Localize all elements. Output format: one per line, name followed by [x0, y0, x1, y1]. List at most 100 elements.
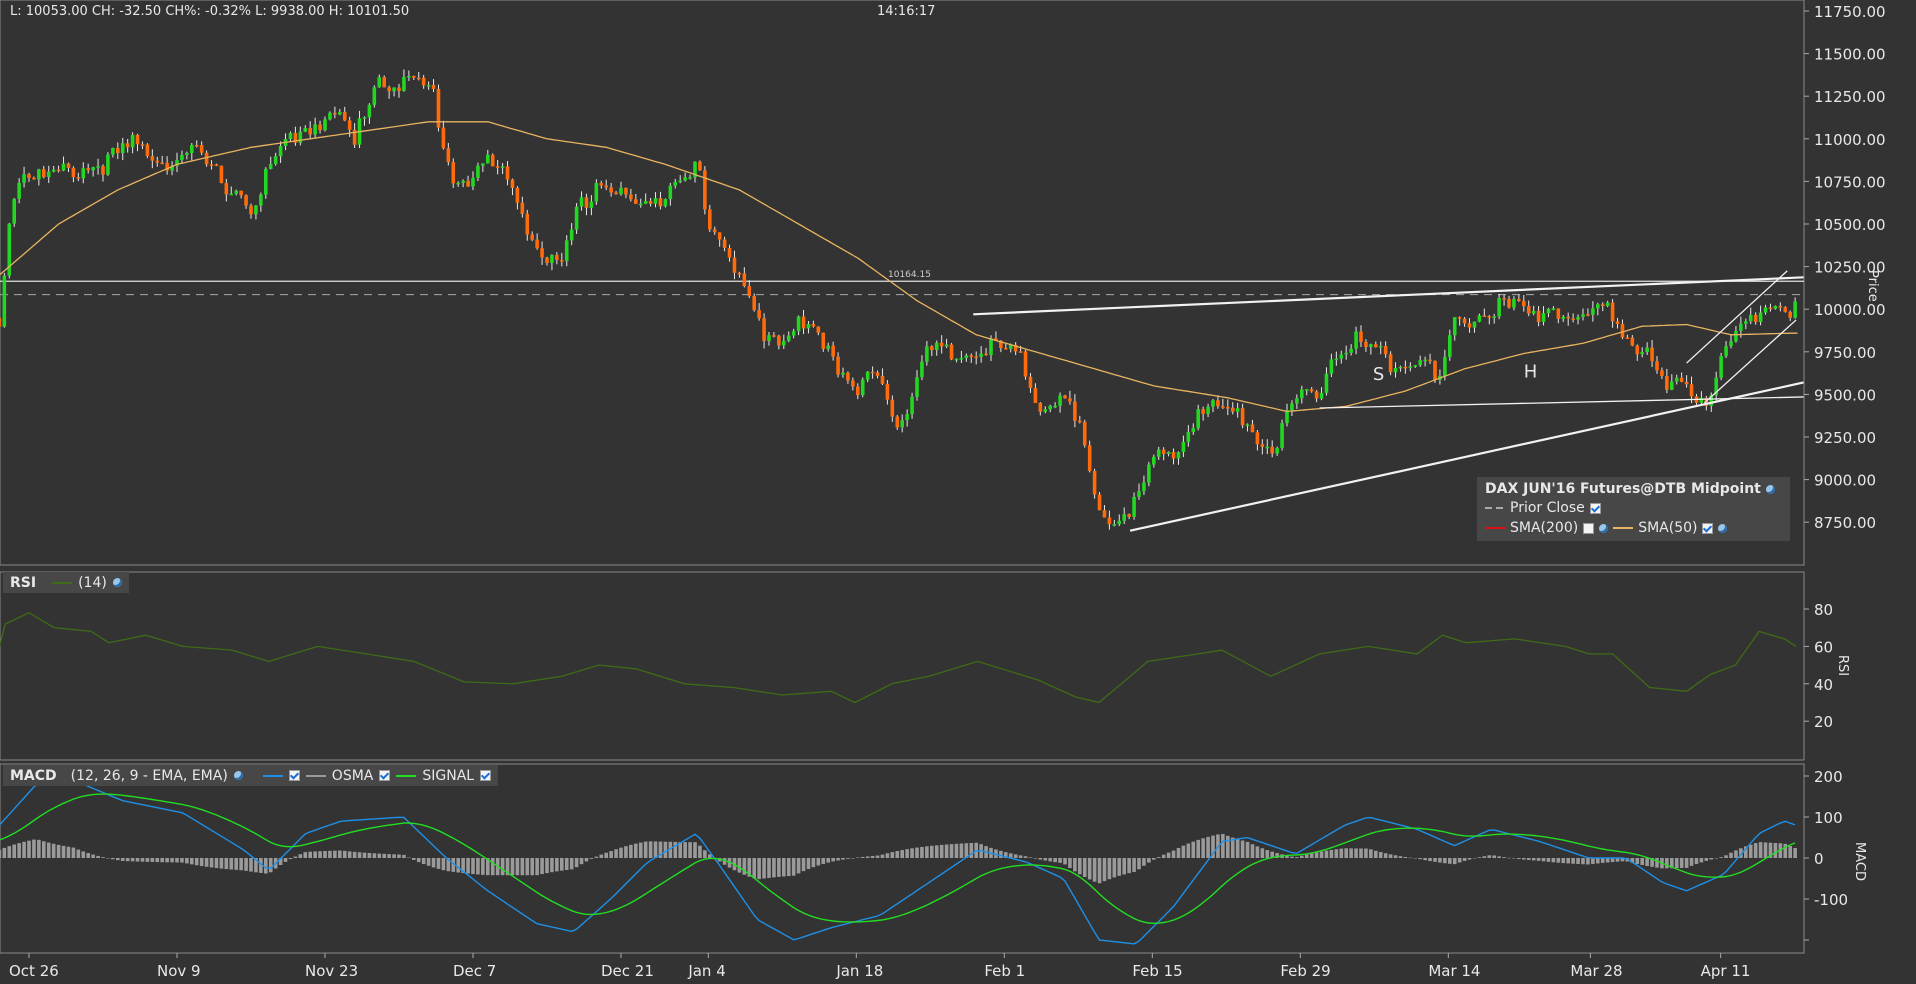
candle-up — [377, 77, 382, 88]
candle-down — [811, 324, 816, 327]
osma-bar — [323, 851, 327, 858]
osma-bar — [56, 844, 61, 858]
sma200-checkbox[interactable] — [1583, 522, 1595, 534]
candle-up — [130, 134, 135, 148]
candle-up — [638, 203, 643, 206]
osma-bar — [1028, 857, 1033, 858]
candle-down — [1082, 421, 1087, 446]
candle-up — [254, 205, 258, 215]
signal-label: SIGNAL — [422, 767, 475, 784]
osma-checkbox[interactable] — [379, 770, 391, 781]
trendline — [1319, 396, 1804, 409]
osma-bar — [999, 850, 1003, 858]
osma-bar — [752, 858, 756, 879]
candle-up — [1329, 359, 1334, 374]
legend-title-row[interactable]: DAX JUN'16 Futures@DTB Midpoint — [1485, 481, 1775, 497]
candle-up — [589, 201, 594, 208]
candle-down — [1507, 298, 1511, 308]
candle-down — [1260, 444, 1265, 447]
osma-bar — [96, 855, 100, 858]
candle-down — [431, 84, 436, 89]
candle-down — [1240, 408, 1245, 426]
osma-bar — [1053, 858, 1057, 863]
rsi-wrench-icon[interactable] — [112, 578, 122, 587]
candle-down — [930, 346, 934, 351]
osma-bar — [1082, 858, 1087, 878]
candle-down — [856, 386, 860, 396]
candle-down — [1063, 395, 1067, 399]
candle-down — [1314, 391, 1319, 399]
osma-bar — [525, 858, 530, 876]
prior-close-checkbox[interactable] — [1589, 502, 1601, 514]
candle-up — [1344, 352, 1348, 355]
date-tick-label: Mar 28 — [1570, 962, 1622, 980]
candle-down — [347, 120, 352, 130]
osma-bar — [643, 841, 648, 858]
candle-down — [801, 316, 806, 329]
candle-down — [969, 355, 974, 357]
macd-checkbox[interactable] — [288, 770, 300, 781]
date-tick-label: Jan 18 — [835, 962, 883, 980]
candle-up — [910, 396, 914, 415]
candle-up — [1640, 352, 1644, 355]
candle-up — [1147, 464, 1151, 483]
osma-bar — [564, 858, 569, 870]
osma-bar — [367, 852, 372, 858]
candle-down — [101, 166, 105, 175]
osma-bar — [318, 851, 322, 858]
osma-bar — [1314, 852, 1319, 858]
candle-down — [939, 342, 944, 347]
candle-up — [944, 344, 949, 347]
osma-bar — [663, 841, 668, 858]
candle-down — [1374, 344, 1378, 348]
candle-up — [46, 171, 51, 178]
candle-up — [1058, 395, 1062, 406]
sma200-wrench-icon[interactable] — [1599, 523, 1609, 533]
osma-bar — [1704, 858, 1709, 861]
osma-bar — [1773, 842, 1778, 858]
rsi-tick-label: 20 — [1814, 713, 1833, 731]
candle-up — [1408, 366, 1413, 368]
sma50-checkbox[interactable] — [1702, 522, 1714, 534]
osma-bar — [930, 845, 934, 858]
candle-up — [476, 165, 480, 178]
osma-bar — [283, 858, 288, 862]
candle-up — [402, 76, 406, 92]
macd-axis-title: MACD — [1852, 842, 1867, 881]
date-tick-label: Apr 11 — [1701, 962, 1751, 980]
candle-down — [949, 344, 954, 360]
sma50-wrench-icon[interactable] — [1718, 523, 1728, 533]
osma-bar — [392, 854, 396, 858]
osma-bar — [1492, 855, 1496, 858]
candle-down — [535, 239, 539, 249]
wrench-icon[interactable] — [1765, 484, 1775, 494]
candle-down — [1457, 317, 1462, 319]
osma-bar — [135, 858, 140, 862]
signal-checkbox[interactable] — [480, 770, 492, 781]
candle-up — [1275, 448, 1279, 454]
sma200-swatch-icon — [1485, 527, 1505, 529]
candle-down — [609, 187, 613, 193]
candle-up — [1132, 496, 1136, 517]
candle-up — [362, 117, 367, 119]
osma-bar — [7, 846, 12, 858]
candle-up — [954, 358, 959, 361]
osma-bar — [490, 858, 495, 876]
candle-down — [1171, 451, 1176, 459]
osma-bar — [1186, 843, 1191, 858]
candle-up — [1122, 514, 1126, 521]
osma-bar — [12, 844, 16, 858]
candle-up — [120, 143, 125, 154]
osma-bar — [910, 848, 914, 858]
macd-wrench-icon[interactable] — [233, 771, 243, 780]
candle-down — [880, 375, 885, 384]
candle-down — [1753, 314, 1758, 323]
osma-bar — [890, 852, 895, 858]
candle-up — [1211, 400, 1215, 407]
osma-bar — [1393, 855, 1398, 858]
candle-down — [1467, 323, 1472, 328]
candle-up — [1729, 341, 1733, 347]
candle-down — [816, 326, 821, 333]
candle-down — [727, 247, 732, 258]
candle-down — [1502, 298, 1506, 300]
